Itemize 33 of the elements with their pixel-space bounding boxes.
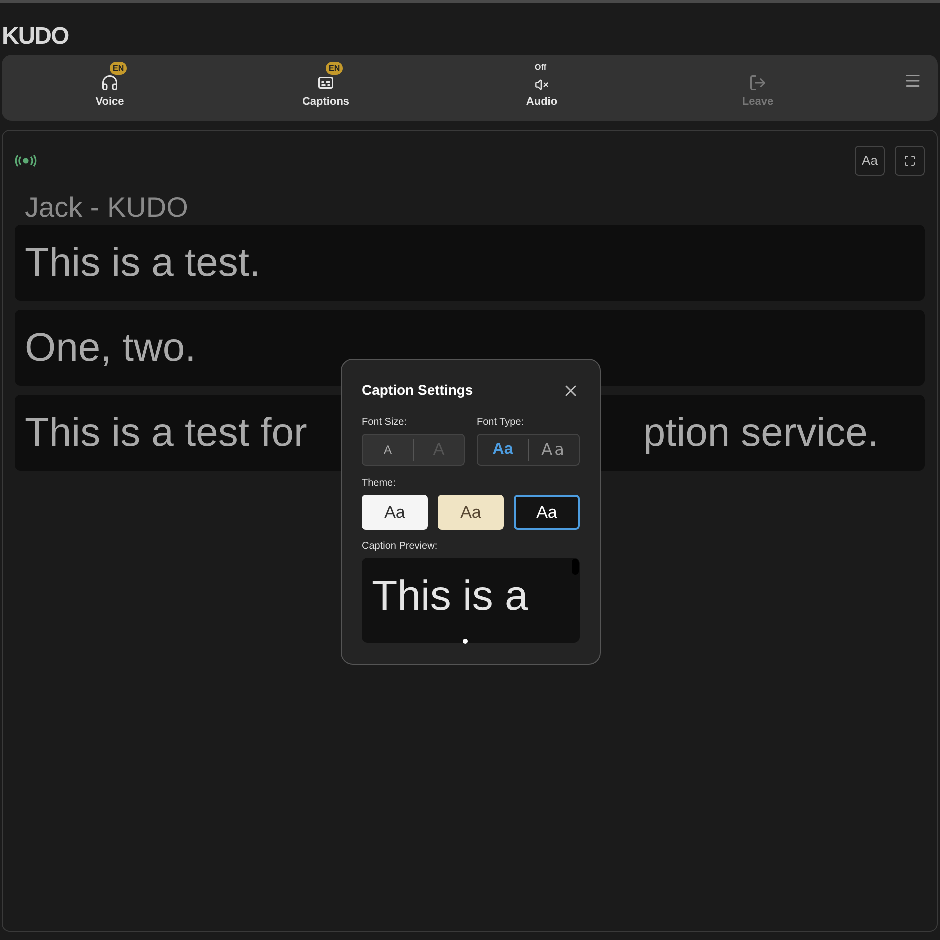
font-size-option[interactable]: A bbox=[363, 435, 413, 465]
speaker-name: Jack - KUDO bbox=[24, 191, 188, 225]
fullscreen-button[interactable] bbox=[895, 146, 925, 176]
headphones-icon bbox=[101, 74, 119, 92]
field-label: Font Size: bbox=[362, 416, 408, 430]
font-type-option[interactable]: Aa bbox=[478, 435, 528, 465]
fullscreen-icon bbox=[904, 155, 916, 167]
font-settings-button[interactable]: Aa bbox=[855, 146, 885, 176]
caption-text: One, two. bbox=[25, 325, 196, 372]
caption-text: This is a test for bbox=[25, 410, 308, 457]
menu-icon[interactable] bbox=[904, 72, 922, 90]
toolbar-button[interactable]: Off Audio bbox=[434, 60, 650, 116]
caption-text: ption service. bbox=[643, 410, 879, 457]
theme-option[interactable]: Aa bbox=[514, 495, 580, 530]
caption-text: This is a test. bbox=[25, 240, 261, 287]
toolbar-button[interactable]: EN Voice bbox=[2, 60, 218, 116]
kudo-logo: KUDO bbox=[1, 22, 70, 52]
theme-option[interactable]: Aa bbox=[362, 495, 428, 530]
exit-door-icon bbox=[749, 74, 767, 92]
field-label: Font Type: bbox=[477, 416, 524, 430]
scrollbar-thumb[interactable] bbox=[572, 559, 579, 575]
language-badge: EN bbox=[326, 62, 344, 74]
speaker-muted-icon bbox=[535, 78, 549, 92]
font-type-option[interactable]: Aa bbox=[529, 435, 579, 465]
toolbar-button[interactable]: EN Captions bbox=[218, 60, 434, 116]
dialog-title: Caption Settings bbox=[362, 381, 474, 400]
language-badge: EN bbox=[110, 62, 128, 74]
broadcast-icon bbox=[15, 155, 37, 167]
field-label: Theme: bbox=[362, 477, 396, 491]
theme-option[interactable]: Aa bbox=[438, 495, 504, 530]
field-label: Caption Preview: bbox=[362, 540, 438, 554]
off-label: Off bbox=[535, 62, 547, 74]
preview-text: This is a bbox=[372, 572, 528, 619]
